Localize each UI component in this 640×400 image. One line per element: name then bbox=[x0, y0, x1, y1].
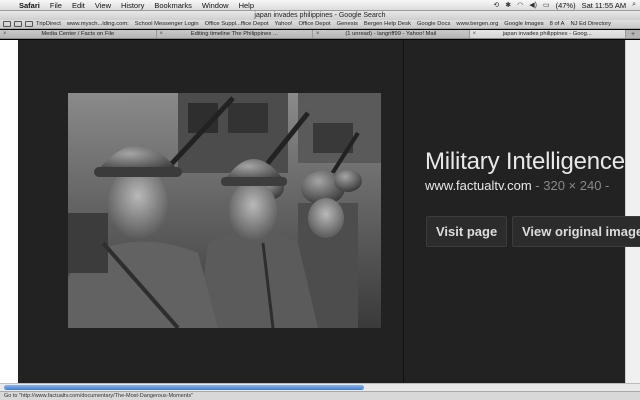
bookmark-item[interactable]: Google Docs bbox=[414, 21, 454, 27]
bookmark-item[interactable]: NJ Ed Directory bbox=[567, 21, 614, 27]
scrollbar-thumb[interactable] bbox=[4, 385, 364, 390]
window-title: japan invades philippines - Google Searc… bbox=[0, 11, 640, 20]
bookmarks-icon[interactable] bbox=[25, 21, 33, 27]
image-source: www.factualtv.com - 320 × 240 - bbox=[425, 178, 609, 193]
soldiers-photo bbox=[68, 93, 381, 328]
preview-image[interactable] bbox=[68, 93, 381, 328]
tab-label: Editing timeline The Philippines ... bbox=[190, 31, 278, 37]
bookmark-item[interactable]: TripDirect bbox=[33, 21, 64, 27]
tab-editing-timeline[interactable]: × Editing timeline The Philippines ... bbox=[156, 30, 313, 38]
close-tab-icon[interactable]: × bbox=[160, 31, 164, 37]
tab-label: japan invades philippines - Goog... bbox=[502, 31, 592, 37]
menu-app[interactable]: Safari bbox=[14, 1, 45, 10]
tab-google-search[interactable]: × japan invades philippines - Goog... bbox=[469, 30, 626, 38]
bluetooth-icon[interactable]: ✱ bbox=[505, 1, 511, 9]
image-dimensions: - 320 × 240 - bbox=[531, 178, 610, 193]
battery-percent: (47%) bbox=[555, 0, 576, 10]
image-info-panel bbox=[403, 40, 625, 383]
tab-yahoo-mail[interactable]: × (1 unread) - langriff99 - Yahoo! Mail bbox=[313, 30, 470, 38]
new-tab-button[interactable]: + bbox=[626, 30, 640, 38]
top-sites-icon[interactable] bbox=[14, 21, 22, 27]
tab-label: (1 unread) - langriff99 - Yahoo! Mail bbox=[345, 31, 437, 37]
bookmark-item[interactable]: Genesis bbox=[334, 21, 361, 27]
image-domain[interactable]: www.factualtv.com bbox=[425, 178, 532, 193]
close-tab-icon[interactable]: × bbox=[473, 31, 477, 37]
menu-history[interactable]: History bbox=[116, 1, 149, 10]
menu-status-area: ⟲ ✱ ◠ ◀) ▭ (47%) Sat 11:55 AM ⌕ bbox=[493, 1, 640, 10]
bookmark-item[interactable]: www.mysch...lding.com: bbox=[64, 21, 132, 27]
image-title[interactable]: Military Intelligence bbox=[425, 148, 625, 176]
view-original-image-button[interactable]: View original image bbox=[512, 216, 640, 247]
status-bar: Go to "http://www.factualtv.com/document… bbox=[0, 391, 640, 400]
bookmark-item[interactable]: School Messenger Login bbox=[132, 21, 202, 27]
timemachine-icon[interactable]: ⟲ bbox=[493, 1, 499, 9]
close-tab-icon[interactable]: × bbox=[3, 31, 7, 37]
tab-label: Media Center / Facts on File bbox=[41, 31, 115, 37]
left-gutter bbox=[0, 40, 18, 383]
bookmark-item[interactable]: 8 of A bbox=[547, 21, 568, 27]
visit-page-button[interactable]: Visit page bbox=[426, 216, 508, 247]
bookmark-item[interactable]: www.bergen.org bbox=[453, 21, 501, 27]
menu-file[interactable]: File bbox=[45, 1, 67, 10]
horizontal-scrollbar[interactable] bbox=[0, 383, 640, 391]
clock[interactable]: Sat 11:55 AM bbox=[582, 1, 626, 10]
vertical-scrollbar[interactable] bbox=[625, 40, 640, 383]
menu-bookmarks[interactable]: Bookmarks bbox=[149, 1, 197, 10]
bookmark-item[interactable]: Office Depot bbox=[295, 21, 333, 27]
menu-view[interactable]: View bbox=[90, 1, 116, 10]
spotlight-icon[interactable]: ⌕ bbox=[632, 1, 636, 9]
bookmark-item[interactable]: Office Suppl...ffice Depot bbox=[202, 21, 272, 27]
bookmark-item[interactable]: Google Images bbox=[501, 21, 546, 27]
bookmarks-bar: TripDirect www.mysch...lding.com: School… bbox=[0, 20, 640, 29]
tab-bar: × Media Center / Facts on File × Editing… bbox=[0, 30, 640, 39]
menu-window[interactable]: Window bbox=[197, 1, 234, 10]
reading-list-icon[interactable] bbox=[3, 21, 11, 27]
bookmark-item[interactable]: Yahoo! bbox=[272, 21, 296, 27]
wifi-icon[interactable]: ◠ bbox=[517, 1, 523, 9]
battery-icon[interactable]: ▭ bbox=[543, 1, 550, 9]
menu-edit[interactable]: Edit bbox=[67, 1, 90, 10]
bookmark-item[interactable]: Bergen Help Desk bbox=[361, 21, 414, 27]
close-tab-icon[interactable]: × bbox=[316, 31, 320, 37]
menu-bar: Safari File Edit View History Bookmarks … bbox=[0, 0, 640, 11]
menu-help[interactable]: Help bbox=[234, 1, 259, 10]
volume-icon[interactable]: ◀) bbox=[529, 1, 537, 9]
tab-media-center[interactable]: × Media Center / Facts on File bbox=[0, 30, 157, 38]
